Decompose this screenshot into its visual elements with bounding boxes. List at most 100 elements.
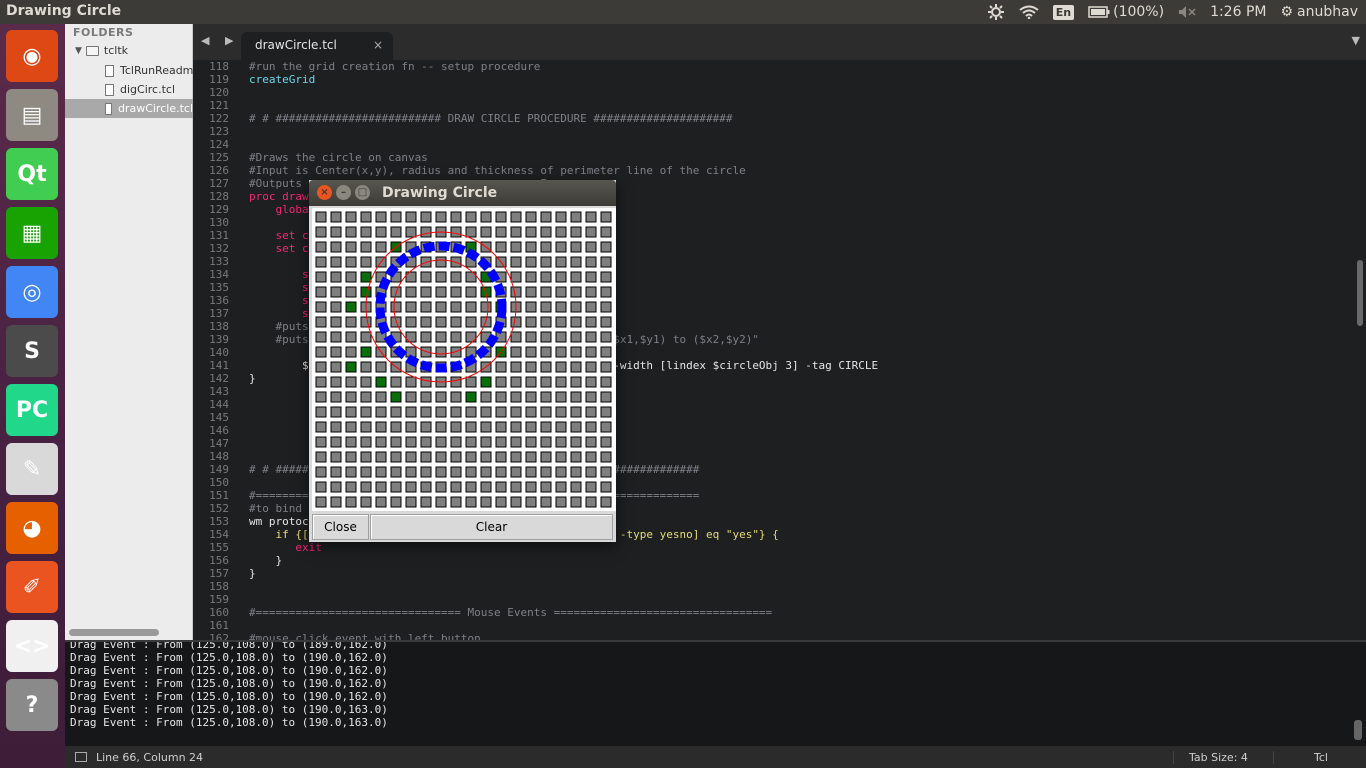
grid-cell[interactable] [555, 256, 567, 268]
minimize-icon[interactable]: – [336, 185, 351, 200]
grid-cell[interactable] [360, 331, 372, 343]
grid-cell[interactable] [375, 406, 387, 418]
grid-cell[interactable] [525, 481, 537, 493]
grid-cell[interactable] [525, 406, 537, 418]
grid-cell[interactable] [510, 346, 522, 358]
grid-cell[interactable] [420, 211, 432, 223]
grid-cell[interactable] [480, 466, 492, 478]
grid-cell[interactable] [330, 241, 342, 253]
grid-cell[interactable] [360, 406, 372, 418]
grid-cell[interactable] [450, 451, 462, 463]
grid-cell[interactable] [600, 406, 612, 418]
grid-cell[interactable] [540, 406, 552, 418]
grid-cell[interactable] [510, 211, 522, 223]
grid-cell[interactable] [405, 406, 417, 418]
grid-cell[interactable] [435, 331, 447, 343]
close-icon[interactable]: × [373, 38, 383, 52]
grid-cell[interactable] [330, 286, 342, 298]
grid-cell[interactable] [540, 301, 552, 313]
grid-cell[interactable] [360, 241, 372, 253]
grid-cell[interactable] [495, 421, 507, 433]
grid-cell[interactable] [555, 301, 567, 313]
user-menu[interactable]: ⚙ anubhav [1280, 4, 1358, 20]
grid-cell[interactable] [330, 226, 342, 238]
grid-cell[interactable] [540, 481, 552, 493]
grid-cell[interactable] [570, 331, 582, 343]
grid-cell[interactable] [510, 496, 522, 508]
grid-cell[interactable] [510, 421, 522, 433]
sidebar-hscrollbar[interactable] [69, 629, 159, 636]
grid-cell[interactable] [480, 436, 492, 448]
grid-cell[interactable] [525, 211, 537, 223]
panel-toggle-icon[interactable] [75, 752, 87, 762]
grid-cell[interactable] [600, 481, 612, 493]
grid-cell[interactable] [600, 346, 612, 358]
grid-cell[interactable] [405, 496, 417, 508]
grid-cell[interactable] [570, 286, 582, 298]
launcher-libreoffice-calc-icon[interactable]: ▦ [6, 207, 58, 259]
grid-cell[interactable] [510, 451, 522, 463]
console-output[interactable]: Drag Event : From (125.0,108.0) to (189.… [65, 640, 1366, 746]
close-button[interactable]: Close [312, 514, 369, 540]
grid-cell[interactable] [450, 316, 462, 328]
grid-cell[interactable] [600, 241, 612, 253]
grid-cell[interactable] [345, 421, 357, 433]
grid-cell[interactable] [360, 391, 372, 403]
grid-cell[interactable] [495, 436, 507, 448]
grid-cell[interactable] [390, 496, 402, 508]
grid-cell[interactable] [570, 346, 582, 358]
code-line[interactable]: 159 [193, 593, 1354, 606]
grid-cell[interactable] [345, 376, 357, 388]
grid-cell[interactable] [315, 241, 327, 253]
grid-cell[interactable] [330, 466, 342, 478]
grid-cell[interactable] [540, 451, 552, 463]
grid-cell[interactable] [375, 211, 387, 223]
grid-cell[interactable] [375, 481, 387, 493]
grid-cell[interactable] [345, 316, 357, 328]
grid-cell[interactable] [375, 226, 387, 238]
code-line[interactable]: 160 #=============================== Mous… [193, 606, 1354, 619]
code-line[interactable]: 158 [193, 580, 1354, 593]
grid-cell[interactable] [570, 466, 582, 478]
grid-cell[interactable] [465, 211, 477, 223]
grid-cell[interactable] [465, 376, 477, 388]
grid-cell[interactable] [495, 211, 507, 223]
grid-cell[interactable] [495, 376, 507, 388]
grid-cell[interactable] [390, 451, 402, 463]
close-window-icon[interactable]: × [317, 185, 332, 200]
grid-cell[interactable] [465, 391, 477, 403]
grid-cell[interactable] [585, 241, 597, 253]
grid-cell[interactable] [555, 481, 567, 493]
grid-cell[interactable] [480, 376, 492, 388]
grid-cell[interactable] [570, 211, 582, 223]
grid-cell[interactable] [585, 346, 597, 358]
grid-cell[interactable] [525, 241, 537, 253]
folder-tcltk[interactable]: ▼ tcltk [75, 41, 128, 60]
code-line[interactable]: 155 exit [193, 541, 1354, 554]
grid-cell[interactable] [390, 406, 402, 418]
grid-cell[interactable] [420, 316, 432, 328]
grid-cell[interactable] [435, 346, 447, 358]
grid-cell[interactable] [585, 406, 597, 418]
grid-cell[interactable] [435, 481, 447, 493]
grid-cell[interactable] [375, 466, 387, 478]
grid-cell[interactable] [390, 391, 402, 403]
grid-cell[interactable] [345, 361, 357, 373]
grid-cell[interactable] [510, 241, 522, 253]
drawing-canvas[interactable] [312, 208, 616, 511]
grid-cell[interactable] [435, 406, 447, 418]
grid-cell[interactable] [555, 211, 567, 223]
grid-cell[interactable] [435, 496, 447, 508]
grid-cell[interactable] [495, 451, 507, 463]
grid-cell[interactable] [600, 316, 612, 328]
grid-cell[interactable] [315, 376, 327, 388]
launcher-qt-creator-icon[interactable]: Qt [6, 148, 58, 200]
grid-cell[interactable] [315, 421, 327, 433]
grid-cell[interactable] [465, 496, 477, 508]
grid-cell[interactable] [540, 226, 552, 238]
grid-cell[interactable] [375, 391, 387, 403]
grid-cell[interactable] [465, 466, 477, 478]
grid-cell[interactable] [525, 361, 537, 373]
grid-cell[interactable] [345, 496, 357, 508]
grid-cell[interactable] [315, 211, 327, 223]
